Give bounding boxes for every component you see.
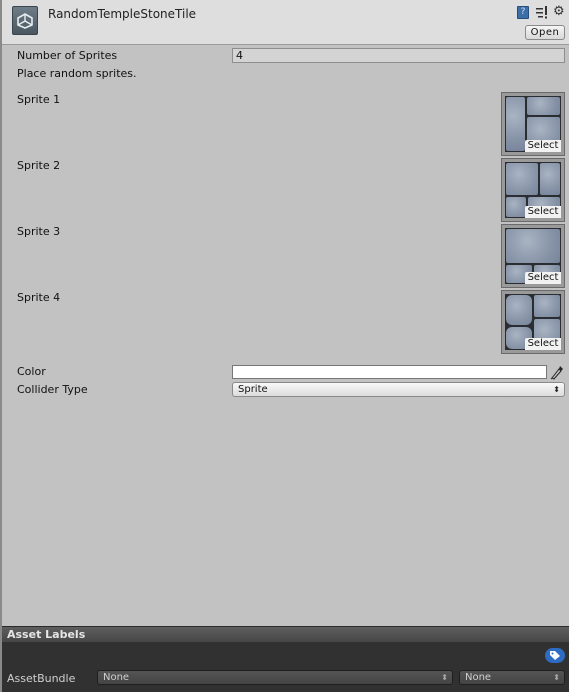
- dropdown-arrows-icon: ⬍: [441, 673, 448, 682]
- sprite-3-label: Sprite 3: [17, 225, 61, 238]
- color-field[interactable]: [232, 365, 547, 379]
- sprite-2-thumbnail: Select: [505, 162, 561, 218]
- inspector-window: [0, 0, 569, 692]
- inspector-header: RandomTempleStoneTile ? ⚙ Open: [2, 0, 569, 45]
- unity-logo-icon: [12, 6, 38, 35]
- number-of-sprites-label: Number of Sprites: [17, 49, 118, 62]
- assetbundle-label: AssetBundle: [7, 672, 76, 685]
- number-of-sprites-field[interactable]: 4: [232, 48, 565, 63]
- help-text: Place random sprites.: [17, 67, 137, 80]
- assetbundle-variant-value: None: [465, 672, 492, 683]
- sprite-1-select-button[interactable]: Select: [525, 140, 561, 152]
- collider-type-dropdown[interactable]: Sprite ⬍: [232, 382, 565, 397]
- sprite-3-thumbnail: Select: [505, 228, 561, 284]
- assetbundle-name-dropdown[interactable]: None ⬍: [97, 670, 453, 685]
- collider-type-value: Sprite: [238, 384, 268, 395]
- sprite-4-label: Sprite 4: [17, 291, 61, 304]
- eyedropper-icon[interactable]: [550, 364, 565, 380]
- sprite-2-select-button[interactable]: Select: [525, 206, 561, 218]
- dropdown-arrows-icon: ⬍: [553, 673, 560, 682]
- color-label: Color: [17, 365, 46, 378]
- asset-labels-header[interactable]: Asset Labels: [2, 626, 569, 642]
- assetbundle-variant-dropdown[interactable]: None ⬍: [459, 670, 565, 685]
- gear-icon[interactable]: ⚙: [553, 4, 569, 20]
- sprite-1-thumbnail: Select: [505, 96, 561, 152]
- sprite-1-label: Sprite 1: [17, 93, 61, 106]
- help-icon[interactable]: ?: [517, 6, 529, 19]
- sprite-3-field[interactable]: Select: [501, 224, 565, 288]
- sprite-4-field[interactable]: Select: [501, 290, 565, 354]
- sprite-2-label: Sprite 2: [17, 159, 61, 172]
- assetbundle-name-value: None: [103, 672, 130, 683]
- sprite-1-field[interactable]: Select: [501, 92, 565, 156]
- sprite-4-thumbnail: Select: [505, 294, 561, 350]
- sprite-2-field[interactable]: Select: [501, 158, 565, 222]
- presets-icon[interactable]: [535, 5, 549, 19]
- sprite-3-select-button[interactable]: Select: [525, 272, 561, 284]
- dropdown-arrows-icon: ⬍: [553, 385, 560, 394]
- tag-icon[interactable]: [545, 648, 565, 663]
- open-button[interactable]: Open: [525, 25, 565, 40]
- sprite-4-select-button[interactable]: Select: [525, 338, 561, 350]
- collider-type-label: Collider Type: [17, 383, 88, 396]
- asset-title: RandomTempleStoneTile: [48, 7, 197, 21]
